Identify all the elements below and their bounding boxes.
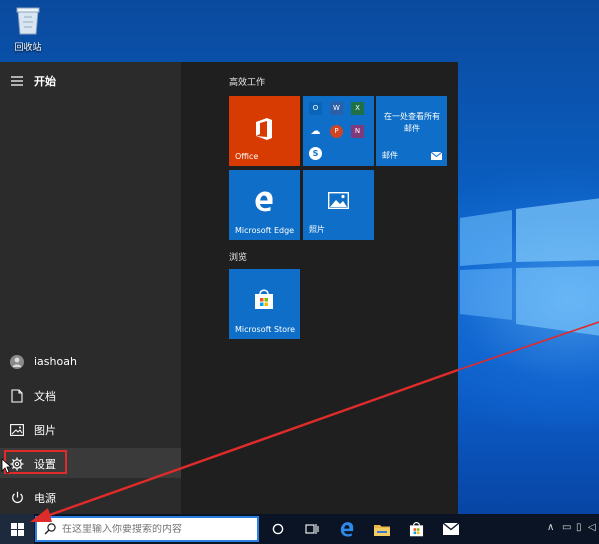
tile-mail[interactable]: 在一处查看所有邮件 邮件 [376,96,447,166]
task-view-icon [305,524,319,534]
taskbar-mail-button[interactable] [441,519,461,539]
start-button[interactable] [0,514,34,544]
recycle-bin[interactable]: 回收站 [8,5,48,55]
tile-edge[interactable]: Microsoft Edge [229,170,300,240]
wallpaper-windows-logo [460,198,599,336]
documents-label: 文档 [34,389,56,403]
folder-icon [374,524,390,536]
excel-icon: X [351,102,364,115]
outlook-icon: O [309,102,322,115]
pictures-button[interactable]: 图片 [0,413,181,446]
recycle-bin-icon [16,7,40,35]
envelope-icon [443,523,459,535]
task-view-button[interactable] [268,519,288,539]
task-view-toggle[interactable] [302,519,322,539]
tile-edge-label: Microsoft Edge [235,226,295,235]
user-avatar-icon [0,354,34,369]
group-title-productivity: 高效工作 [229,78,266,88]
hamburger-icon [0,75,34,86]
picture-icon [0,423,34,436]
power-label: 电源 [34,491,56,505]
document-icon [0,388,34,403]
settings-highlight-annotation [4,450,67,474]
taskbar-explorer-button[interactable] [372,519,392,539]
volume-icon[interactable]: ◁ [588,522,596,533]
network-icon[interactable]: ▯ [576,522,582,533]
power-button[interactable]: 电源 [0,481,181,514]
user-name: iashoah [34,355,77,368]
skype-icon: S [309,147,322,160]
store-icon [409,522,423,537]
battery-icon[interactable]: ▭ [562,522,571,533]
tile-photos[interactable]: 照片 [303,170,374,240]
recycle-bin-label: 回收站 [14,43,42,53]
tray-show-hidden-icon[interactable]: ∧ [547,522,554,533]
group-title-explore: 浏览 [229,253,248,263]
photos-icon [328,192,349,209]
edge-icon [340,522,354,537]
word-icon: W [330,102,343,115]
tile-mail-label: 邮件 [382,151,398,160]
tile-photos-label: 照片 [309,225,325,234]
power-icon [0,491,34,504]
search-icon [44,523,56,535]
store-icon [255,289,273,309]
windows-icon [10,522,24,536]
taskbar: ∧ ▭ ▯ ◁ [0,514,599,544]
onenote-icon: N [351,125,364,138]
tiles-area: 高效工作 Office O W X ☁ P N S 在一处查看所有邮件 邮件 M… [181,62,458,514]
cortana-icon [272,523,284,535]
envelope-icon [431,152,442,160]
onedrive-icon: ☁ [310,126,321,137]
taskbar-store-button[interactable] [406,519,426,539]
start-menu: 开始 iashoah 文档 图片 设置 电源 高效工作 Office O W X… [0,62,458,514]
taskbar-search-box[interactable] [35,516,259,542]
start-menu-title: 开始 [34,74,56,88]
tile-office-apps-folder[interactable]: O W X ☁ P N S [303,96,374,166]
user-account-button[interactable]: iashoah [0,345,181,378]
start-menu-nav: 开始 iashoah 文档 图片 设置 电源 [0,62,181,514]
edge-icon [255,191,273,212]
tile-office[interactable]: Office [229,96,300,166]
tile-office-label: Office [235,152,259,161]
start-menu-expand-button[interactable]: 开始 [0,64,181,97]
tile-store-label: Microsoft Store [235,325,296,334]
office-icon [256,118,272,140]
mail-promo-text: 在一处查看所有邮件 [384,112,440,133]
documents-button[interactable]: 文档 [0,379,181,412]
taskbar-edge-button[interactable] [337,519,357,539]
tile-store[interactable]: Microsoft Store [229,269,300,339]
search-input[interactable] [56,523,252,535]
powerpoint-icon: P [330,125,343,138]
mouse-cursor-icon [1,458,11,474]
pictures-label: 图片 [34,423,56,437]
